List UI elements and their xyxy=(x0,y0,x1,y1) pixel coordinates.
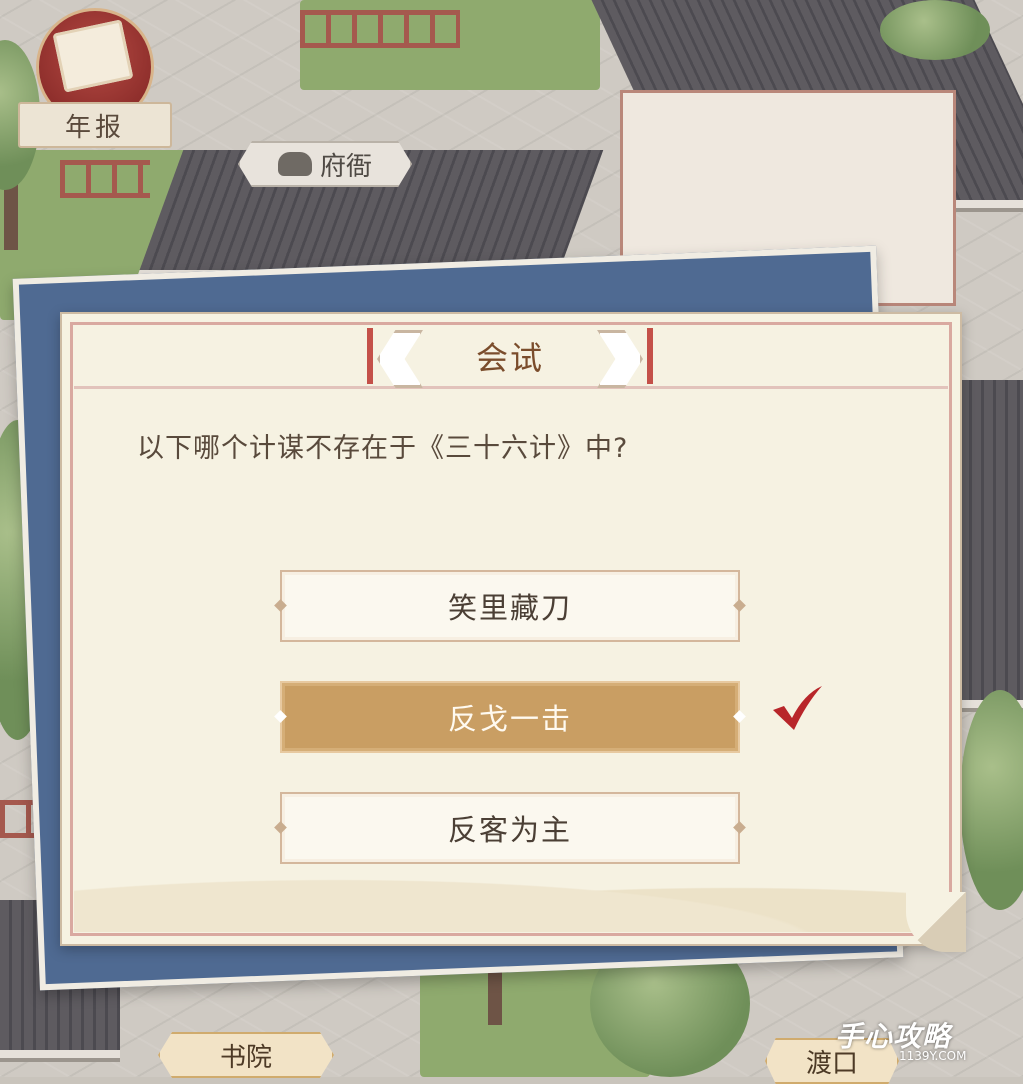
answer-option-3[interactable]: 反客为主 xyxy=(280,792,740,864)
dialog-title: 会试 xyxy=(475,339,544,377)
page-curl xyxy=(906,892,966,952)
title-left-bar xyxy=(367,328,373,384)
title-right-bar xyxy=(647,328,653,384)
watermark-site: 1139Y.COM xyxy=(899,1049,967,1063)
yamen-icon xyxy=(277,152,312,176)
tree xyxy=(880,0,990,60)
answer-option-label: 反戈一击 xyxy=(447,702,572,736)
house-roof xyxy=(960,380,1023,708)
government-office-text: 府衙 xyxy=(319,151,372,182)
site-watermark: 手心攻略 1139Y.COM xyxy=(835,1015,1011,1065)
exam-dialog: 会试 以下哪个计谋不存在于《三十六计》中? 笑里藏刀 反戈一击 反客为主 xyxy=(60,312,966,952)
answer-option-label: 反客为主 xyxy=(447,813,572,847)
annual-report-label: 年报 xyxy=(18,102,172,148)
wooden-fence xyxy=(300,10,460,48)
academy-label[interactable]: 书院 xyxy=(158,1032,334,1078)
academy-text: 书院 xyxy=(219,1042,272,1073)
answer-option-1[interactable]: 笑里藏刀 xyxy=(280,570,740,642)
dialog-wave-pattern xyxy=(74,862,948,932)
answer-option-label: 笑里藏刀 xyxy=(447,591,572,625)
government-office-label[interactable]: 府衙 xyxy=(238,141,412,187)
wooden-fence xyxy=(60,160,150,198)
answer-option-2[interactable]: 反戈一击 xyxy=(280,681,740,753)
question-text: 以下哪个计谋不存在于《三十六计》中? xyxy=(137,433,629,464)
annual-report-button[interactable]: 年报 xyxy=(18,4,172,152)
check-icon xyxy=(773,686,822,730)
title-plate: 会试 xyxy=(367,328,653,388)
